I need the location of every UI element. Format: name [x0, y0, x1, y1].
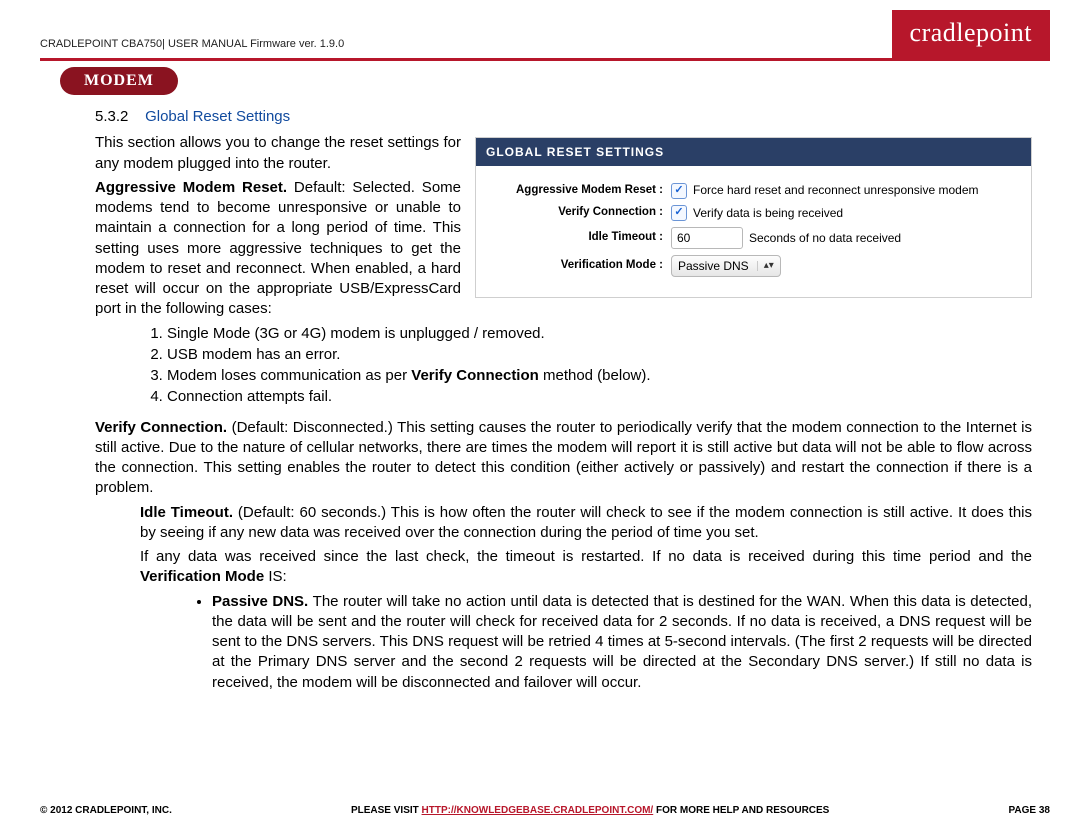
- figure-title: GLOBAL RESET SETTINGS: [476, 138, 1031, 166]
- header-rule: [40, 58, 1050, 61]
- list-item: Modem loses communication as per Verify …: [167, 366, 1032, 386]
- footer-center: PLEASE VISIT HTTP://KNOWLEDGEBASE.CRADLE…: [351, 805, 829, 816]
- select-verification-mode-value: Passive DNS: [678, 258, 749, 274]
- section-title: Global Reset Settings: [145, 108, 290, 125]
- mode-bullets: Passive DNS. The router will take no act…: [190, 592, 1032, 693]
- desc-aggressive-reset: Force hard reset and reconnect unrespons…: [693, 182, 979, 198]
- settings-figure: GLOBAL RESET SETTINGS Aggressive Modem R…: [475, 137, 1032, 298]
- chevron-updown-icon: ▴▾: [757, 261, 774, 271]
- list-item: Passive DNS. The router will take no act…: [212, 592, 1032, 693]
- footer-copyright: © 2012 CRADLEPOINT, INC.: [40, 805, 172, 816]
- section-heading: 5.3.2 Global Reset Settings: [95, 107, 1032, 127]
- modem-pill: MODEM: [60, 67, 178, 95]
- cases-list: Single Mode (3G or 4G) modem is unplugge…: [95, 324, 1032, 408]
- label-verify-connection: Verify Connection :: [488, 205, 671, 221]
- verify-paragraph: Verify Connection. (Default: Disconnecte…: [95, 418, 1032, 499]
- desc-verify-connection: Verify data is being received: [693, 205, 843, 221]
- select-verification-mode[interactable]: Passive DNS ▴▾: [671, 255, 781, 277]
- footer-link[interactable]: HTTP://KNOWLEDGEBASE.CRADLEPOINT.COM/: [422, 805, 654, 816]
- page-footer: © 2012 CRADLEPOINT, INC. PLEASE VISIT HT…: [40, 805, 1050, 816]
- section-number: 5.3.2: [95, 108, 128, 125]
- list-item: USB modem has an error.: [167, 345, 1032, 365]
- doc-header-label: CRADLEPOINT CBA750| USER MANUAL Firmware…: [40, 38, 344, 58]
- idle-paragraph: Idle Timeout. (Default: 60 seconds.) Thi…: [140, 503, 1032, 544]
- label-verification-mode: Verification Mode :: [488, 258, 671, 274]
- checkbox-aggressive-reset[interactable]: ✓: [671, 183, 687, 199]
- list-item: Single Mode (3G or 4G) modem is unplugge…: [167, 324, 1032, 344]
- footer-page: PAGE 38: [1008, 805, 1050, 816]
- desc-idle-timeout: Seconds of no data received: [749, 230, 901, 246]
- label-idle-timeout: Idle Timeout :: [488, 230, 671, 246]
- checkbox-verify-connection[interactable]: ✓: [671, 205, 687, 221]
- input-idle-timeout[interactable]: [671, 227, 743, 249]
- label-aggressive-reset: Aggressive Modem Reset :: [488, 183, 671, 199]
- brand-logo: cradlepoint: [892, 10, 1050, 58]
- timeout-paragraph: If any data was received since the last …: [140, 547, 1032, 588]
- list-item: Connection attempts fail.: [167, 387, 1032, 407]
